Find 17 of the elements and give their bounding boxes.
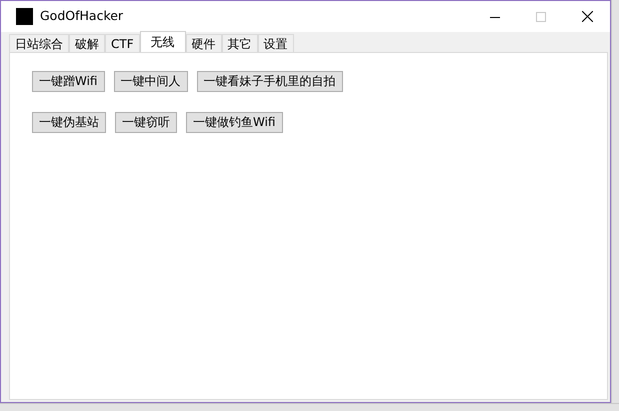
action-button[interactable]: 一键蹭Wifi bbox=[32, 71, 104, 92]
app-icon bbox=[16, 8, 33, 25]
close-icon bbox=[582, 11, 592, 22]
window-title: GodOfHacker bbox=[40, 7, 124, 26]
action-button[interactable]: 一键伪基站 bbox=[32, 112, 106, 133]
maximize-icon bbox=[536, 12, 546, 22]
tab[interactable]: 其它 bbox=[222, 34, 258, 52]
action-button[interactable]: 一键看妹子手机里的自拍 bbox=[196, 71, 342, 92]
tab[interactable]: 硬件 bbox=[186, 34, 222, 52]
tab[interactable]: 破解 bbox=[69, 34, 105, 52]
action-button[interactable]: 一键做钓鱼Wifi bbox=[186, 112, 282, 133]
action-button[interactable]: 一键窃听 bbox=[115, 112, 177, 133]
tab[interactable]: CTF bbox=[105, 34, 140, 52]
action-button[interactable]: 一键中间人 bbox=[114, 71, 188, 92]
tab[interactable]: 设置 bbox=[258, 34, 294, 52]
tab[interactable]: 日站综合 bbox=[9, 34, 69, 52]
tab[interactable]: 无线 bbox=[140, 31, 186, 52]
